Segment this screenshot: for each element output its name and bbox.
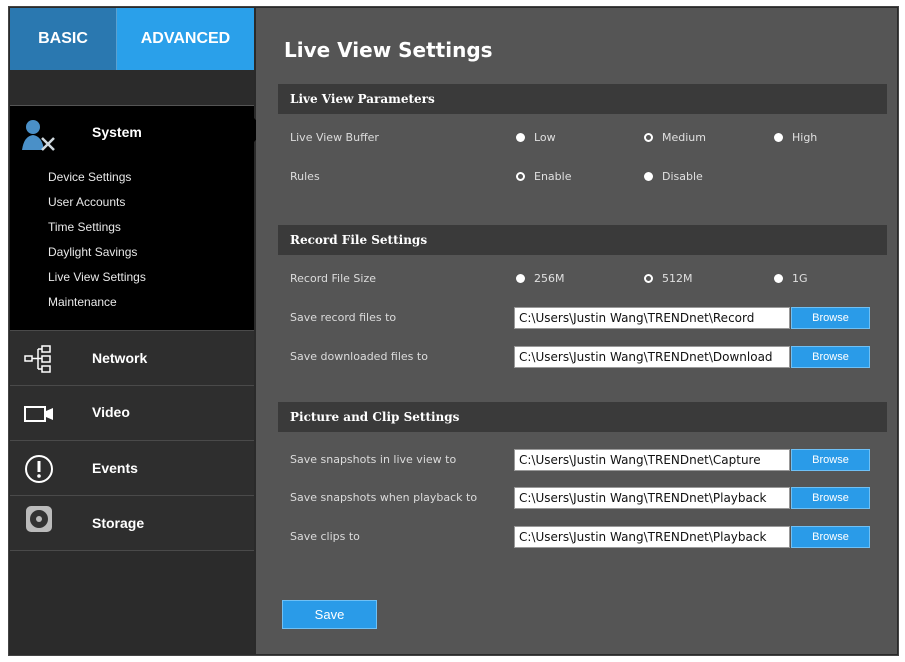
sidebar-bottom xyxy=(10,550,254,654)
sidebar-item-network[interactable]: Network xyxy=(10,330,254,385)
tab-advanced[interactable]: ADVANCED xyxy=(117,8,254,82)
clips-path-input[interactable]: C:\Users\Justin Wang\TRENDnet\Playback xyxy=(514,526,790,548)
radio-dot xyxy=(516,133,525,142)
user-tools-icon xyxy=(22,120,55,151)
sidebar-item-system-label: System xyxy=(92,124,142,140)
sidebar-item-network-label: Network xyxy=(92,350,148,366)
sidebar-item-storage-label: Storage xyxy=(92,515,145,531)
radio-label: Medium xyxy=(662,131,706,144)
sidebar-item-video-label: Video xyxy=(92,404,130,420)
radio-rules-disable[interactable]: Disable xyxy=(644,170,703,183)
page-title: Live View Settings xyxy=(284,38,493,62)
storage-disk-icon xyxy=(26,506,52,532)
radio-dot xyxy=(644,172,653,181)
radio-dot xyxy=(774,133,783,142)
sidebar-subitem-daylight-savings[interactable]: Daylight Savings xyxy=(48,245,137,259)
sidebar-item-events[interactable]: Events xyxy=(10,440,254,495)
save-record-path-input[interactable]: C:\Users\Justin Wang\TRENDnet\Record xyxy=(514,307,790,329)
save-record-files-label: Save record files to xyxy=(290,311,397,324)
save-clips-label: Save clips to xyxy=(290,530,360,543)
radio-dot-selected xyxy=(644,274,653,283)
radio-buffer-high[interactable]: High xyxy=(774,131,817,144)
radio-label: Low xyxy=(534,131,556,144)
sidebar-item-events-label: Events xyxy=(92,460,138,476)
sidebar-subitem-live-view-settings[interactable]: Live View Settings xyxy=(48,270,146,284)
save-button[interactable]: Save xyxy=(282,600,377,629)
radio-buffer-low[interactable]: Low xyxy=(516,131,556,144)
sidebar-subitem-time-settings[interactable]: Time Settings xyxy=(48,220,121,234)
radio-buffer-medium[interactable]: Medium xyxy=(644,131,706,144)
live-view-buffer-label: Live View Buffer xyxy=(290,131,379,144)
tab-basic[interactable]: BASIC xyxy=(10,8,117,70)
radio-dot xyxy=(774,274,783,283)
sidebar-subitem-user-accounts[interactable]: User Accounts xyxy=(48,195,125,209)
radio-label: Disable xyxy=(662,170,703,183)
radio-dot-selected xyxy=(644,133,653,142)
browse-download-button[interactable]: Browse xyxy=(791,346,870,368)
mode-tabs: BASIC ADVANCED xyxy=(10,8,254,82)
radio-rules-enable[interactable]: Enable xyxy=(516,170,571,183)
save-snapshots-live-label: Save snapshots in live view to xyxy=(290,453,457,466)
sidebar-subitem-device-settings[interactable]: Device Settings xyxy=(48,170,131,184)
section-live-view-parameters: Live View Parameters xyxy=(278,84,887,114)
save-downloaded-files-label: Save downloaded files to xyxy=(290,350,428,363)
radio-label: 256M xyxy=(534,272,565,285)
radio-dot xyxy=(516,274,525,283)
section-picture-clip-settings: Picture and Clip Settings xyxy=(278,402,887,432)
sidebar-item-system[interactable]: System xyxy=(10,106,265,164)
alert-icon xyxy=(25,455,53,483)
radio-dot-selected xyxy=(516,172,525,181)
record-file-size-label: Record File Size xyxy=(290,272,376,285)
snapshot-playback-path-input[interactable]: C:\Users\Justin Wang\TRENDnet\Playback xyxy=(514,487,790,509)
save-snapshots-playback-label: Save snapshots when playback to xyxy=(290,491,478,504)
radio-label: Enable xyxy=(534,170,572,183)
radio-label: 512M xyxy=(662,272,693,285)
sidebar-item-video[interactable]: Video xyxy=(10,385,254,440)
radio-size-512m[interactable]: 512M xyxy=(644,272,693,285)
rules-label: Rules xyxy=(290,170,320,183)
sidebar-spacer xyxy=(10,70,254,106)
save-download-path-input[interactable]: C:\Users\Justin Wang\TRENDnet\Download xyxy=(514,346,790,368)
sidebar-subitem-maintenance[interactable]: Maintenance xyxy=(48,295,117,309)
browse-snapshot-live-button[interactable]: Browse xyxy=(791,449,870,471)
browse-snapshot-playback-button[interactable]: Browse xyxy=(791,487,870,509)
browse-clips-button[interactable]: Browse xyxy=(791,526,870,548)
video-camera-icon xyxy=(24,406,53,422)
network-icon xyxy=(24,345,51,373)
sidebar: BASIC ADVANCED System Device Settings Us… xyxy=(10,8,265,654)
radio-label: High xyxy=(792,131,818,144)
browse-record-button[interactable]: Browse xyxy=(791,307,870,329)
snapshot-live-path-input[interactable]: C:\Users\Justin Wang\TRENDnet\Capture xyxy=(514,449,790,471)
radio-size-256m[interactable]: 256M xyxy=(516,272,565,285)
sidebar-item-storage[interactable]: Storage xyxy=(10,495,254,550)
sidebar-section-system: System Device Settings User Accounts Tim… xyxy=(10,106,265,330)
section-record-file-settings: Record File Settings xyxy=(278,225,887,255)
main-panel: Live View Settings Live View Parameters … xyxy=(256,8,897,654)
radio-label: 1G xyxy=(792,272,808,285)
radio-size-1g[interactable]: 1G xyxy=(774,272,808,285)
